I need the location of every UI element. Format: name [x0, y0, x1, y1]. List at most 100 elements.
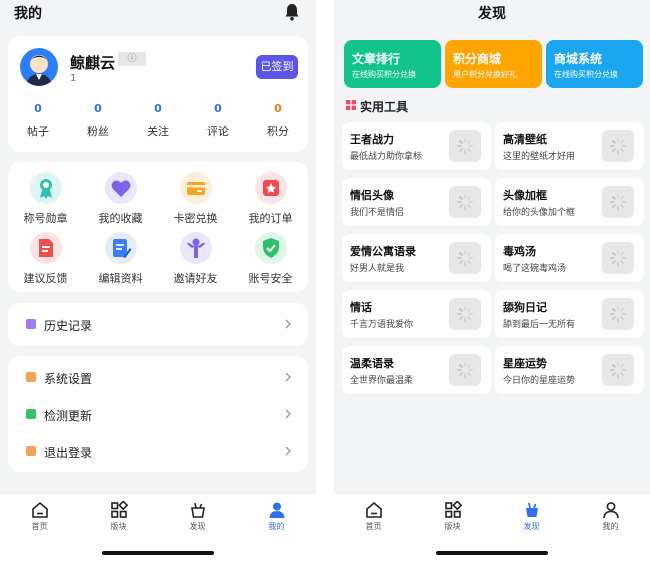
feature-invite[interactable]: 邀请好友	[158, 232, 233, 292]
stat-value: 0	[94, 102, 102, 115]
feature-label: 卡密兑换	[173, 212, 218, 225]
loading-icon	[457, 306, 473, 322]
tool-card[interactable]: 王者战力 最低战力助你拿标	[342, 122, 491, 170]
tool-card[interactable]: 头像加框给你的头像加个框	[495, 178, 644, 226]
tool-card[interactable]: 星座运势 今日你的星座运势	[495, 346, 644, 394]
update-icon	[26, 409, 36, 419]
tool-title: 高清壁纸	[503, 133, 547, 146]
feature-card-redeem[interactable]: 卡密兑换	[158, 172, 233, 232]
tool-card[interactable]: 情话 千言万语我爱你	[342, 290, 491, 338]
tool-card[interactable]: 温柔语录全世界你最温柔	[342, 346, 491, 394]
blocks-icon	[444, 501, 462, 518]
promo-points-mall[interactable]: 积分商城 用户积分兑换好礼	[445, 40, 542, 88]
tab-my[interactable]: 我的	[237, 494, 316, 538]
card-icon	[179, 172, 212, 204]
tab-label: 发现	[189, 522, 206, 531]
feature-label: 邀请好友	[173, 272, 218, 285]
tool-card[interactable]: 高清壁纸 这里的壁纸才好用	[495, 122, 644, 170]
tool-title: 温柔语录	[350, 357, 394, 370]
tab-label: 首页	[365, 522, 382, 531]
tool-subtitle: 我们不是情侣	[350, 208, 405, 218]
feature-orders[interactable]: 我的订单	[233, 172, 308, 232]
loading-icon	[610, 138, 626, 154]
history-label: 历史记录	[44, 319, 93, 333]
tab-blocks[interactable]: 版块	[79, 494, 158, 538]
user-stats: 0 帖子 0 粉丝 0 关注 0 评论 0 积分	[8, 102, 308, 139]
loading-icon	[457, 362, 473, 378]
tool-title: 头像加框	[503, 189, 547, 202]
promo-title: 积分商城	[453, 52, 502, 66]
tool-card[interactable]: 情侣头像 我们不是情侣	[342, 178, 491, 226]
stat-following[interactable]: 0 关注	[128, 102, 188, 139]
tool-subtitle: 舔到最后一无所有	[503, 320, 576, 330]
tool-thumbnail	[449, 130, 481, 162]
tool-thumbnail	[602, 186, 634, 218]
edit-icon	[104, 232, 137, 264]
shield-icon	[254, 232, 287, 264]
tab-discover[interactable]: 发现	[158, 494, 237, 538]
tool-card[interactable]: 毒鸡汤 喝了这碗毒鸡汤	[495, 234, 644, 282]
loading-icon	[610, 362, 626, 378]
feature-edit-profile[interactable]: 编辑资料	[83, 232, 158, 292]
user-icon	[269, 502, 284, 518]
page-title: 我的	[14, 6, 42, 22]
tab-label: 版块	[444, 522, 461, 531]
tab-label: 首页	[31, 522, 48, 531]
stat-value: 0	[214, 102, 222, 115]
stat-points[interactable]: 0 积分	[248, 102, 308, 139]
loading-icon	[457, 194, 473, 210]
settings-card: 系统设置 检测更新 退出登录	[8, 356, 308, 472]
tool-subtitle: 千言万语我爱你	[350, 320, 414, 330]
tool-subtitle: 全世界你最温柔	[350, 376, 414, 386]
tool-subtitle: 好男人就是我	[350, 264, 405, 274]
tool-card[interactable]: 舔狗日记 舔到最后一无所有	[495, 290, 644, 338]
stat-fans[interactable]: 0 粉丝	[68, 102, 128, 139]
tab-label: 发现	[523, 522, 540, 531]
order-icon	[254, 172, 287, 204]
settings-icon	[26, 372, 36, 382]
feature-favorites[interactable]: 我的收藏	[83, 172, 158, 232]
promo-subtitle: 用户积分兑换好礼	[453, 70, 517, 79]
promo-article-ranking[interactable]: 文章排行 在线购买积分兑换	[344, 40, 441, 88]
loading-icon	[610, 306, 626, 322]
page-title: 发现	[478, 6, 506, 22]
discover-icon	[525, 502, 538, 517]
bell-icon[interactable]	[284, 3, 300, 21]
home-indicator[interactable]	[436, 551, 548, 555]
tool-title: 爱情公寓语录	[350, 245, 416, 258]
user-name: 鲸麒云	[70, 54, 116, 72]
avatar[interactable]	[20, 48, 58, 86]
home-icon	[31, 501, 48, 518]
tool-thumbnail	[602, 130, 634, 162]
promo-subtitle: 在线购买积分兑换	[352, 70, 416, 79]
feature-feedback[interactable]: 建议反馈	[8, 232, 83, 292]
home-indicator[interactable]	[102, 551, 214, 555]
tab-home[interactable]: 首页	[0, 494, 79, 538]
stat-label: 粉丝	[87, 125, 109, 138]
promo-shop-system[interactable]: 商城系统 在线购买积分兑换	[546, 40, 643, 88]
tab-home[interactable]: 首页	[334, 494, 413, 538]
tool-thumbnail	[602, 242, 634, 274]
stat-comments[interactable]: 0 评论	[188, 102, 248, 139]
user-icon	[602, 502, 619, 519]
chevron-right-icon	[285, 319, 291, 329]
sign-in-button[interactable]: 已签到	[256, 55, 298, 79]
stat-posts[interactable]: 0 帖子	[8, 102, 68, 139]
promo-title: 商城系统	[554, 52, 603, 66]
stat-label: 积分	[267, 125, 289, 138]
system-settings-row[interactable]: 系统设置	[8, 359, 308, 395]
logout-row[interactable]: 退出登录	[8, 433, 308, 469]
feature-medal[interactable]: 称号勋章	[8, 172, 83, 232]
check-update-row[interactable]: 检测更新	[8, 396, 308, 432]
feature-account-security[interactable]: 账号安全	[233, 232, 308, 292]
loading-icon	[610, 250, 626, 266]
feature-grid-card: 称号勋章 我的收藏 卡密兑换 我的订单 建议反馈 编辑资料 邀请好友 账号安全	[8, 162, 308, 292]
tab-blocks[interactable]: 版块	[413, 494, 492, 538]
tool-card[interactable]: 爱情公寓语录 好男人就是我	[342, 234, 491, 282]
tab-my[interactable]: 我的	[571, 494, 650, 538]
tab-discover[interactable]: 发现	[492, 494, 571, 538]
feedback-icon	[29, 232, 62, 264]
user-level-badge: ⓘ	[118, 52, 146, 66]
tool-subtitle: 给你的头像加个框	[503, 208, 576, 218]
history-row[interactable]: 历史记录	[8, 306, 308, 342]
